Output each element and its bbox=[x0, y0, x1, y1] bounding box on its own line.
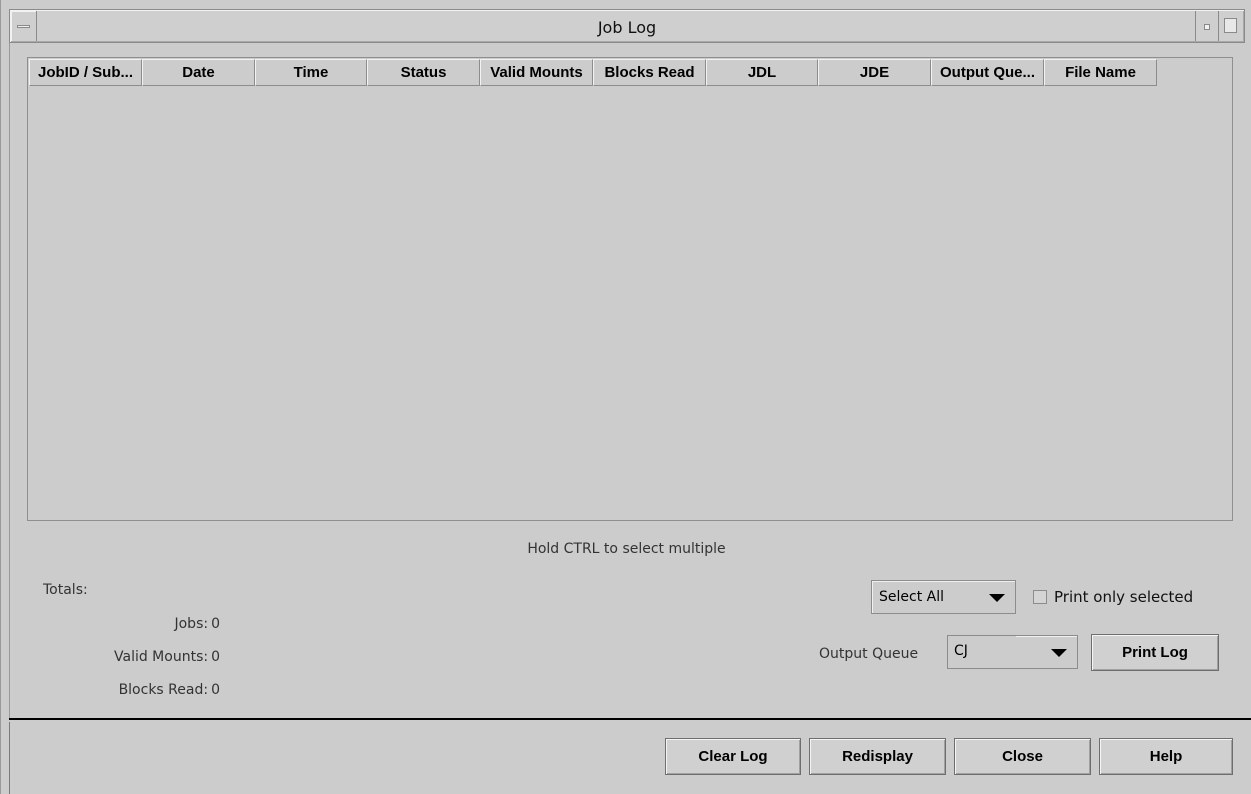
maximize-button[interactable] bbox=[1218, 11, 1243, 41]
output-queue-label: Output Queue bbox=[819, 646, 919, 662]
chevron-down-icon bbox=[1051, 649, 1067, 657]
table-header-row: JobID / Sub... Date Time Status Valid Mo… bbox=[29, 59, 1157, 86]
blocks-read-total: Blocks Read: 0 bbox=[119, 682, 220, 698]
column-header-time[interactable]: Time bbox=[255, 59, 367, 86]
minimize-button[interactable] bbox=[1195, 11, 1217, 41]
jobs-total: Jobs: 0 bbox=[174, 616, 220, 632]
column-header-jde[interactable]: JDE bbox=[818, 59, 931, 86]
select-all-combo[interactable]: Select All bbox=[871, 580, 1016, 614]
output-queue-combo[interactable]: CJ bbox=[947, 635, 1078, 669]
maximize-icon bbox=[1224, 18, 1237, 33]
window-left-border-bottom bbox=[9, 722, 10, 794]
chevron-down-icon bbox=[989, 594, 1005, 602]
clear-log-button[interactable]: Clear Log bbox=[665, 738, 801, 775]
column-header-file-name[interactable]: File Name bbox=[1044, 59, 1157, 86]
minimize-icon bbox=[1204, 24, 1210, 30]
valid-mounts-total: Valid Mounts: 0 bbox=[114, 649, 220, 665]
column-header-date[interactable]: Date bbox=[142, 59, 255, 86]
valid-mounts-value: 0 bbox=[211, 649, 220, 665]
print-only-selected-label[interactable]: Print only selected bbox=[1054, 588, 1193, 606]
jobs-label: Jobs: bbox=[174, 616, 209, 632]
output-queue-value[interactable]: CJ bbox=[948, 636, 1016, 668]
window-title: Job Log bbox=[597, 18, 657, 37]
window-left-border bbox=[9, 43, 10, 719]
title-bar[interactable]: Job Log bbox=[9, 9, 1245, 43]
selection-hint: Hold CTRL to select multiple bbox=[527, 541, 726, 557]
redisplay-button[interactable]: Redisplay bbox=[809, 738, 946, 775]
totals-label: Totals: bbox=[43, 582, 88, 598]
help-button[interactable]: Help bbox=[1099, 738, 1233, 775]
job-log-window: Job Log JobID / Sub... Date Time Status … bbox=[0, 0, 1251, 794]
column-header-output-queue[interactable]: Output Que... bbox=[931, 59, 1044, 86]
print-only-selected-checkbox[interactable] bbox=[1033, 590, 1047, 604]
column-header-jobid[interactable]: JobID / Sub... bbox=[29, 59, 142, 86]
jobs-value: 0 bbox=[211, 616, 220, 632]
close-button[interactable]: Close bbox=[954, 738, 1091, 775]
valid-mounts-label: Valid Mounts: bbox=[114, 649, 209, 665]
print-log-button[interactable]: Print Log bbox=[1091, 634, 1219, 671]
blocks-read-value: 0 bbox=[211, 682, 220, 698]
job-log-table[interactable]: JobID / Sub... Date Time Status Valid Mo… bbox=[27, 57, 1233, 521]
column-header-valid-mounts[interactable]: Valid Mounts bbox=[480, 59, 593, 86]
column-header-status[interactable]: Status bbox=[367, 59, 480, 86]
blocks-read-label: Blocks Read: bbox=[118, 682, 209, 698]
select-all-value: Select All bbox=[879, 589, 944, 605]
column-header-jdl[interactable]: JDL bbox=[706, 59, 818, 86]
column-header-blocks-read[interactable]: Blocks Read bbox=[593, 59, 706, 86]
footer-separator bbox=[9, 718, 1251, 720]
